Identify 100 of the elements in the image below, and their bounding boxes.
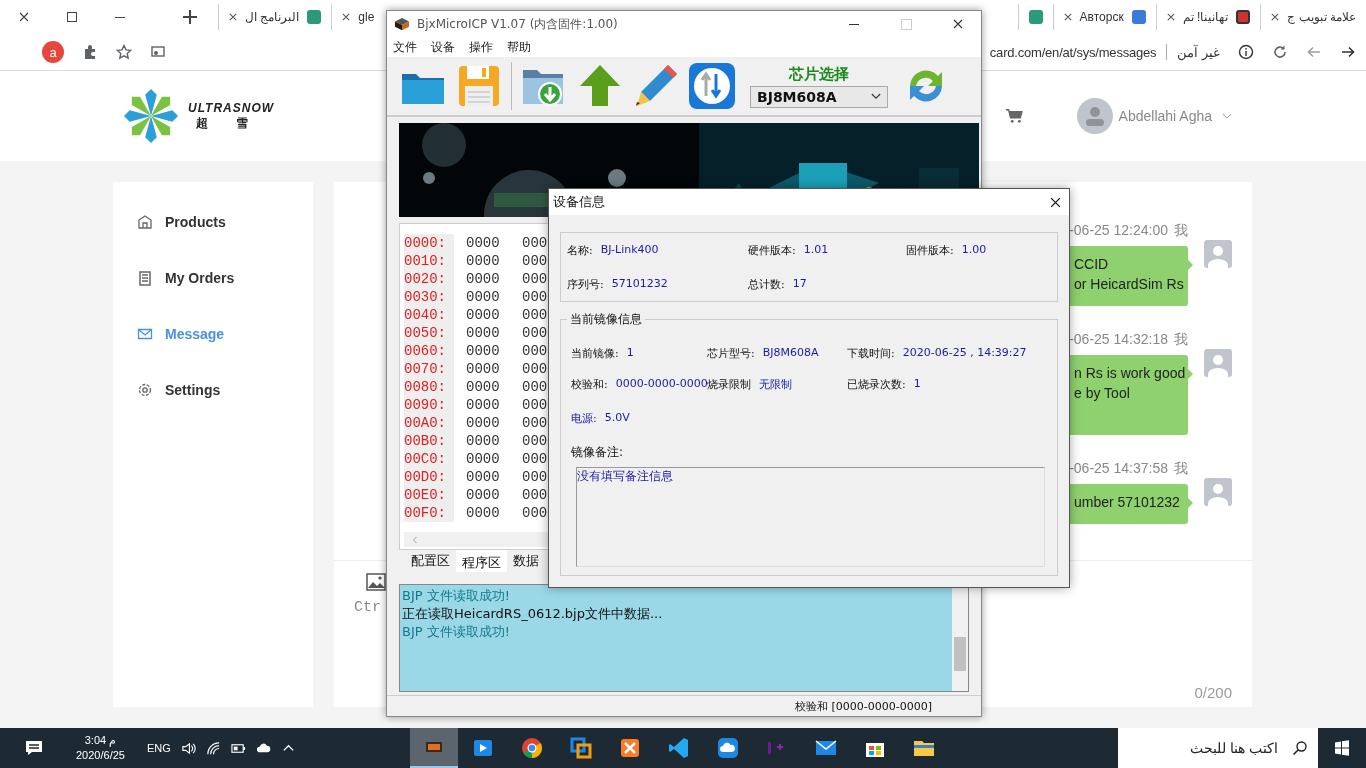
menu-item[interactable]: 帮助 [507,38,531,56]
hex-value: 0000 [466,235,501,251]
security-label[interactable]: غير آمن [1177,44,1220,60]
reload-icon[interactable] [1272,44,1288,60]
hex-value: 0000 [466,271,501,287]
hex-address: 00F0: [404,504,454,522]
avatar-icon [1204,478,1232,506]
note-field[interactable]: 没有填写备注信息 [576,467,1045,567]
puzzle-icon[interactable] [82,44,98,60]
browser-tab[interactable]: البرنامج ال [218,4,332,30]
message-text: or HeicardSim Rs [1074,276,1184,292]
hex-value: 000 [522,343,549,359]
sidebar-item[interactable]: Settings [137,362,313,418]
close-icon[interactable] [19,12,29,22]
hex-address: 0070: [404,360,454,378]
field-label: 已烧录次数: [847,377,906,392]
logo-text: 雪 [236,114,248,132]
notification-icon[interactable] [24,738,44,758]
browser-tab[interactable]: علامة تبويب ج [1260,4,1366,30]
field-label: 芯片型号: [707,346,755,361]
hex-value: 000 [522,415,549,431]
caret-icon[interactable] [871,93,881,100]
field-value: 0000-0000-0000 [615,377,708,392]
sidebar-item[interactable]: Products [137,194,313,250]
avatar-icon [1204,349,1232,377]
user-name[interactable]: Abdellahi Agha [1118,108,1212,124]
hex-value: 0000 [466,361,501,377]
user-avatar-icon[interactable] [1076,98,1113,134]
image-icon[interactable] [366,573,386,591]
dialog-title: 设备信息 [553,193,605,211]
menu-item[interactable]: 操作 [469,38,493,56]
field-value: BJ8M608A [762,346,819,361]
browser-tab[interactable]: gle [331,4,385,30]
hex-value: 000 [522,505,549,521]
hex-address: 0060: [404,342,454,360]
field-value: 1 [913,377,921,392]
chip-app-icon [393,17,411,31]
language-indicator[interactable]: ENG [146,742,171,754]
clock-date[interactable]: 2020/6/25 [76,748,125,763]
close-icon[interactable] [1271,13,1280,21]
field-value: 无限制 [759,377,792,392]
close-icon[interactable] [229,13,237,21]
menu-item[interactable]: 设备 [431,38,455,56]
hex-address: 0090: [404,396,454,414]
clock-time[interactable]: 3:04 م [84,733,117,748]
hex-value: 000 [522,451,549,467]
field-value: 1 [626,346,634,361]
field-label: 烧录限制 [707,377,751,392]
close-icon[interactable] [1063,13,1072,21]
close-icon[interactable] [342,13,351,21]
mail-icon [137,326,153,342]
back-icon[interactable] [1340,44,1356,60]
field-label: 总计数: [748,276,785,292]
wifi-icon[interactable] [205,740,221,756]
profile-avatar[interactable]: a [42,41,64,63]
field-value: 2020-06-25 , 14:39:27 [902,346,1027,361]
menu-item[interactable]: 文件 [393,38,417,56]
field-value: 57101232 [611,276,668,292]
cart-icon[interactable] [1004,108,1023,124]
hex-address: 0020: [404,270,454,288]
hex-value: 0000 [466,253,501,269]
field-label: 固件版本: [906,242,954,258]
sidebar-item[interactable]: My Orders [137,250,313,306]
windows-start-icon[interactable] [1334,740,1350,756]
field-label: 电源: [571,410,597,426]
close-icon[interactable] [1166,13,1175,21]
hex-value: 0000 [466,469,501,485]
region-tab[interactable]: 程序区 [456,550,507,572]
star-icon[interactable] [116,44,132,60]
browser-tab[interactable]: Авторск [1052,4,1156,30]
download-button-icon[interactable] [688,62,736,110]
log-line: BJP 文件读取成功! [402,587,511,605]
close-icon[interactable] [953,19,963,29]
address-field[interactable]: card.com/en/at/sys/messages [989,44,1157,60]
cast-icon[interactable] [150,44,166,60]
taskbar-app-icon[interactable] [410,728,458,768]
group-title: 当前镜像信息 [567,311,645,328]
search-icon[interactable] [1282,728,1318,768]
new-tab-icon[interactable] [182,9,198,25]
browser-tab[interactable]: تهانينا! تم [1155,4,1261,30]
hex-value: 0000 [466,433,501,449]
search-field[interactable]: اكتب هنا للبحث [1118,728,1282,768]
hex-address: 0040: [404,306,454,324]
message-input-hint[interactable]: Ctr [354,599,381,616]
volume-icon[interactable] [180,740,196,756]
hex-value: 000 [522,487,549,503]
message-text: n Rs is work good [1074,365,1184,381]
hex-value: 0000 [466,343,501,359]
hex-value: 000 [522,235,549,251]
vertical-scrollbar[interactable] [952,585,968,691]
hex-value: 000 [522,253,549,269]
field-label: 硬件版本: [748,242,796,258]
chip-dropdown[interactable]: BJ8M608A [750,85,888,108]
log-line: 正在读取HeicardRS_0612.bjp文件中数据... [402,605,664,623]
hex-address: 0000: [404,234,454,252]
hex-value: 0000 [466,487,501,503]
message-time: -06-25 14:32:18 [1069,331,1168,349]
window-title: BjxMicroICP V1.07 (内含固件:1.00) [417,15,618,33]
close-icon[interactable] [1050,196,1061,208]
info-icon[interactable] [1238,44,1254,60]
